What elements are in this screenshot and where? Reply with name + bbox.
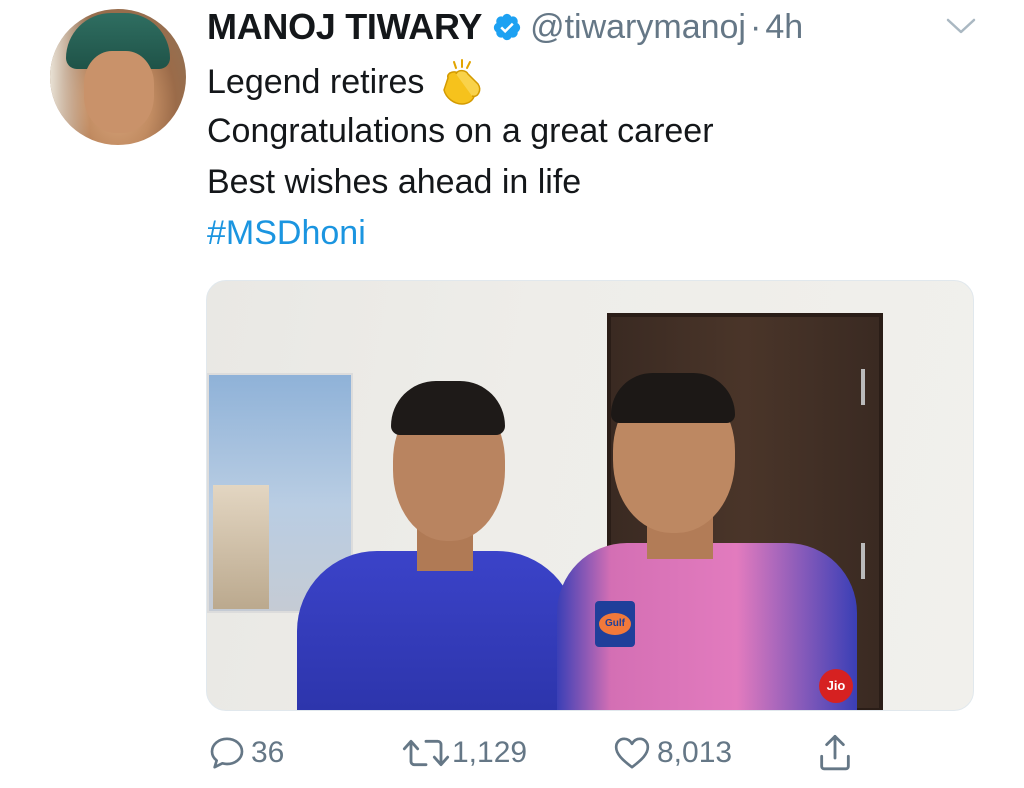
person-left-shirt xyxy=(297,551,577,710)
palace-illustration xyxy=(213,485,269,609)
person-right-hair xyxy=(611,373,735,423)
gulf-logo: Gulf xyxy=(595,601,635,647)
meta-separator: · xyxy=(749,7,762,46)
author-name[interactable]: MANOJ TIWARY xyxy=(207,6,482,48)
like-button[interactable]: 8,013 xyxy=(611,728,732,778)
reply-count: 36 xyxy=(251,736,285,769)
clapping-hands-emoji xyxy=(443,59,481,105)
reply-icon xyxy=(210,737,244,769)
verified-badge-icon xyxy=(493,13,521,41)
like-icon xyxy=(614,737,650,769)
hashtag-link[interactable]: #MSDhoni xyxy=(207,213,366,253)
retweet-button[interactable]: 1,129 xyxy=(400,728,527,778)
author-handle[interactable]: @tiwarymanoj xyxy=(530,8,746,47)
avatar[interactable] xyxy=(50,9,186,145)
person-left-hair xyxy=(391,381,505,435)
action-bar: 36 1,129 8,013 xyxy=(0,728,1024,784)
door-hinge-bottom xyxy=(861,543,865,579)
tweet-line-3: Best wishes ahead in life xyxy=(207,163,582,201)
tweet-line-2: Congratulations on a great career xyxy=(207,112,714,150)
tweet-photo[interactable]: Gulf Jio xyxy=(206,280,974,711)
tweet-time[interactable]: 4h xyxy=(765,8,803,47)
door-hinge-top xyxy=(861,369,865,405)
retweet-icon xyxy=(402,739,450,767)
avatar-face xyxy=(84,51,154,133)
like-count: 8,013 xyxy=(657,736,733,769)
tweet-header: MANOJ TIWARY @tiwarymanoj · 4h xyxy=(207,4,803,50)
tweet-line-1: Legend retires xyxy=(207,58,486,106)
jio-logo: Jio xyxy=(819,669,853,703)
retweet-count: 1,129 xyxy=(452,736,528,769)
share-button[interactable] xyxy=(815,728,855,778)
gulf-logo-text: Gulf xyxy=(599,613,631,635)
share-icon xyxy=(820,734,850,771)
reply-button[interactable]: 36 xyxy=(207,728,284,778)
chevron-down-icon[interactable] xyxy=(944,14,978,38)
tweet-line-1-text: Legend retires xyxy=(207,63,425,101)
